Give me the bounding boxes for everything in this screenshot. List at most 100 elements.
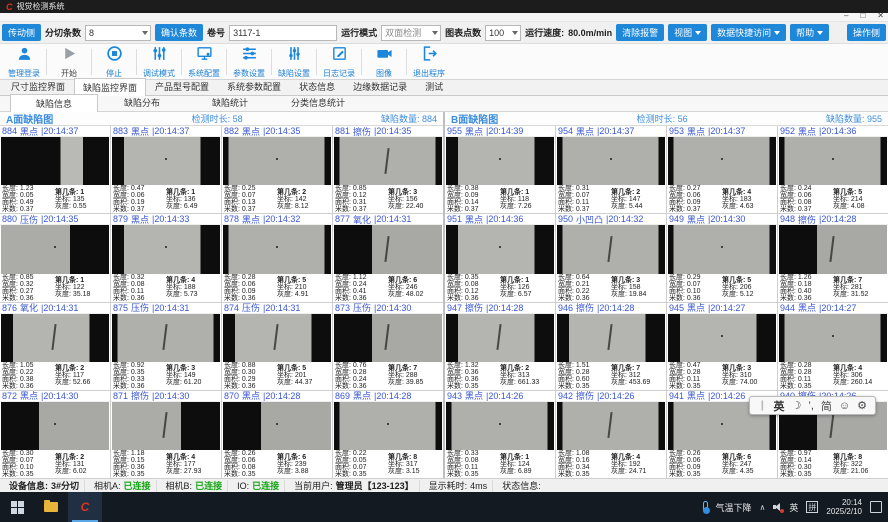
- defect-image[interactable]: [557, 402, 665, 450]
- view-menu-button[interactable]: 视图: [668, 24, 707, 41]
- action-vsliders-button[interactable]: 缺陷设置: [272, 45, 316, 79]
- action-play-button[interactable]: 开始: [47, 45, 91, 79]
- defect-cell[interactable]: 884黑点|20:14:37长度: 1.23宽度: 0.05面积: 0.49米数…: [0, 126, 110, 213]
- defect-image[interactable]: [334, 314, 442, 362]
- defect-cell[interactable]: 877氧化|20:14:31长度: 1.12宽度: 0.24面积: 0.41米数…: [333, 214, 443, 301]
- defect-cell[interactable]: 944黑点|20:14:27长度: 0.28宽度: 0.28面积: 0.11米数…: [778, 303, 888, 390]
- defect-cell[interactable]: 950小凹凸|20:14:32长度: 0.64宽度: 0.21面积: 0.22米…: [556, 214, 666, 301]
- defect-image[interactable]: [668, 314, 776, 362]
- action-camera-button[interactable]: 图像: [362, 45, 406, 79]
- defect-cell[interactable]: 872黑点|20:14:30长度: 0.30宽度: 0.07面积: 0.10米数…: [0, 391, 110, 478]
- defect-image[interactable]: [334, 225, 442, 273]
- defect-cell[interactable]: 949黑点|20:14:30长度: 0.29宽度: 0.07面积: 0.10米数…: [667, 214, 777, 301]
- chart-points-select[interactable]: 100: [485, 25, 521, 41]
- action-exit-button[interactable]: 退出程序: [407, 45, 451, 79]
- defect-image[interactable]: [557, 225, 665, 273]
- defect-cell[interactable]: 869黑点|20:14:28长度: 0.22宽度: 0.05面积: 0.07米数…: [333, 391, 443, 478]
- emoji-icon[interactable]: ☺: [839, 400, 850, 412]
- action-stop-button[interactable]: 停止: [92, 45, 136, 79]
- defect-cell[interactable]: 870黑点|20:14:28长度: 0.26宽度: 0.06面积: 0.08米数…: [222, 391, 332, 478]
- defect-image[interactable]: [668, 225, 776, 273]
- defect-image[interactable]: [112, 137, 220, 185]
- defect-image[interactable]: [334, 402, 442, 450]
- speaker-icon[interactable]: [773, 503, 781, 511]
- maximize-button[interactable]: □: [860, 11, 865, 21]
- defect-cell[interactable]: 871擦伤|20:14:30长度: 1.18宽度: 0.15面积: 0.36米数…: [111, 391, 221, 478]
- defect-cell[interactable]: 874压伤|20:14:31长度: 0.88宽度: 0.30面积: 0.29米数…: [222, 303, 332, 390]
- minimize-button[interactable]: –: [844, 11, 848, 21]
- tray-overflow-chevron-icon[interactable]: ∧: [760, 503, 766, 512]
- defect-image[interactable]: [223, 137, 331, 185]
- defect-cell[interactable]: 876氧化|20:14:31长度: 1.05宽度: 0.22面积: 0.38米数…: [0, 303, 110, 390]
- defect-image[interactable]: [112, 314, 220, 362]
- action-hsliders-button[interactable]: 参数设置: [227, 45, 271, 79]
- inspection-app-task-button[interactable]: C: [68, 492, 102, 522]
- sub-tab-3[interactable]: 分类信息统计: [274, 93, 362, 111]
- defect-cell[interactable]: 946擦伤|20:14:28长度: 1.51宽度: 0.28面积: 0.60米数…: [556, 303, 666, 390]
- action-log-button[interactable]: 日志记录: [317, 45, 361, 79]
- defect-cell[interactable]: 881擦伤|20:14:35长度: 0.85宽度: 0.12面积: 0.31米数…: [333, 126, 443, 213]
- defect-image[interactable]: [1, 402, 109, 450]
- defect-image[interactable]: [557, 137, 665, 185]
- defect-cell[interactable]: 878黑点|20:14:32长度: 0.28宽度: 0.06面积: 0.09米数…: [222, 214, 332, 301]
- start-button[interactable]: [0, 492, 34, 522]
- defect-cell[interactable]: 945黑点|20:14:27长度: 0.47宽度: 0.28面积: 0.11米数…: [667, 303, 777, 390]
- clear-alarm-button[interactable]: 清除报警: [616, 24, 664, 41]
- defect-image[interactable]: [1, 137, 109, 185]
- defect-image[interactable]: [668, 137, 776, 185]
- defect-image[interactable]: [446, 137, 554, 185]
- defect-cell[interactable]: 954黑点|20:14:37长度: 0.31宽度: 0.07面积: 0.11米数…: [556, 126, 666, 213]
- operator-side-button[interactable]: 操作侧: [847, 24, 886, 41]
- defect-cell[interactable]: 943黑点|20:14:26长度: 0.33宽度: 0.08面积: 0.11米数…: [445, 391, 555, 478]
- ime-grip-handle[interactable]: ❙: [758, 400, 766, 411]
- action-debug-button[interactable]: 调试模式: [137, 45, 181, 79]
- defect-image[interactable]: [223, 314, 331, 362]
- defect-cell[interactable]: 875压伤|20:14:31长度: 0.92宽度: 0.35面积: 0.33米数…: [111, 303, 221, 390]
- sub-tab-2[interactable]: 缺陷统计: [186, 93, 274, 111]
- defect-cell[interactable]: 880压伤|20:14:35长度: 0.85宽度: 0.32面积: 0.27米数…: [0, 214, 110, 301]
- defect-cell[interactable]: 948擦伤|20:14:28长度: 1.26宽度: 0.18面积: 0.40米数…: [778, 214, 888, 301]
- action-user-button[interactable]: 管理登录: [2, 45, 46, 79]
- defect-image[interactable]: [779, 137, 887, 185]
- defect-image[interactable]: [557, 314, 665, 362]
- ime-simplified-toggle[interactable]: 简: [821, 398, 832, 414]
- main-tab-0[interactable]: 尺寸监控界面: [2, 77, 74, 95]
- main-tab-6[interactable]: 测试: [416, 77, 452, 95]
- defect-image[interactable]: [779, 314, 887, 362]
- defect-image[interactable]: [1, 225, 109, 273]
- defect-cell[interactable]: 873压伤|20:14:30长度: 0.76宽度: 0.28面积: 0.24米数…: [333, 303, 443, 390]
- moon-icon[interactable]: ☽: [792, 399, 802, 412]
- defect-image[interactable]: [112, 225, 220, 273]
- action-monitor-button[interactable]: 系统配置: [182, 45, 226, 79]
- close-button[interactable]: ✕: [877, 11, 884, 21]
- defect-image[interactable]: [446, 225, 554, 273]
- help-menu-button[interactable]: 帮助: [790, 24, 829, 41]
- defect-image[interactable]: [446, 402, 554, 450]
- drive-side-button[interactable]: 传动侧: [2, 24, 41, 41]
- defect-cell[interactable]: 942擦伤|20:14:26长度: 1.08宽度: 0.16面积: 0.34米数…: [556, 391, 666, 478]
- ime-tray-icon[interactable]: 拼: [806, 501, 818, 513]
- quick-access-menu-button[interactable]: 数据快捷访问: [711, 24, 786, 41]
- defect-image[interactable]: [112, 402, 220, 450]
- weather-text[interactable]: 气温下降: [716, 501, 752, 514]
- defect-cell[interactable]: 879黑点|20:14:33长度: 0.32宽度: 0.08面积: 0.11米数…: [111, 214, 221, 301]
- defect-image[interactable]: [779, 225, 887, 273]
- defect-image[interactable]: [223, 402, 331, 450]
- file-explorer-button[interactable]: [34, 492, 68, 522]
- defect-cell[interactable]: 883黑点|20:14:37长度: 0.47宽度: 0.06面积: 0.19米数…: [111, 126, 221, 213]
- run-mode-select[interactable]: 双面检测: [381, 25, 441, 41]
- defect-image[interactable]: [446, 314, 554, 362]
- roll-number-input[interactable]: 3117-1: [229, 25, 337, 41]
- taskbar-clock[interactable]: 20:14 2025/2/10: [826, 498, 862, 516]
- defect-cell[interactable]: 952黑点|20:14:36长度: 0.24宽度: 0.06面积: 0.08米数…: [778, 126, 888, 213]
- gear-icon[interactable]: ⚙: [857, 399, 867, 412]
- confirm-count-button[interactable]: 确认条数: [155, 24, 203, 41]
- defect-image[interactable]: [334, 137, 442, 185]
- ime-floating-bar[interactable]: ❙ 英 ☽ ’, 简 ☺ ⚙: [749, 396, 876, 415]
- defect-cell[interactable]: 953黑点|20:14:37长度: 0.27宽度: 0.06面积: 0.09米数…: [667, 126, 777, 213]
- defect-cell[interactable]: 955黑点|20:14:39长度: 0.38宽度: 0.09面积: 0.14米数…: [445, 126, 555, 213]
- notification-center-icon[interactable]: [870, 501, 882, 513]
- defect-image[interactable]: [223, 225, 331, 273]
- ime-english-toggle[interactable]: 英: [774, 398, 785, 414]
- sub-tab-0[interactable]: 缺陷信息: [10, 94, 98, 112]
